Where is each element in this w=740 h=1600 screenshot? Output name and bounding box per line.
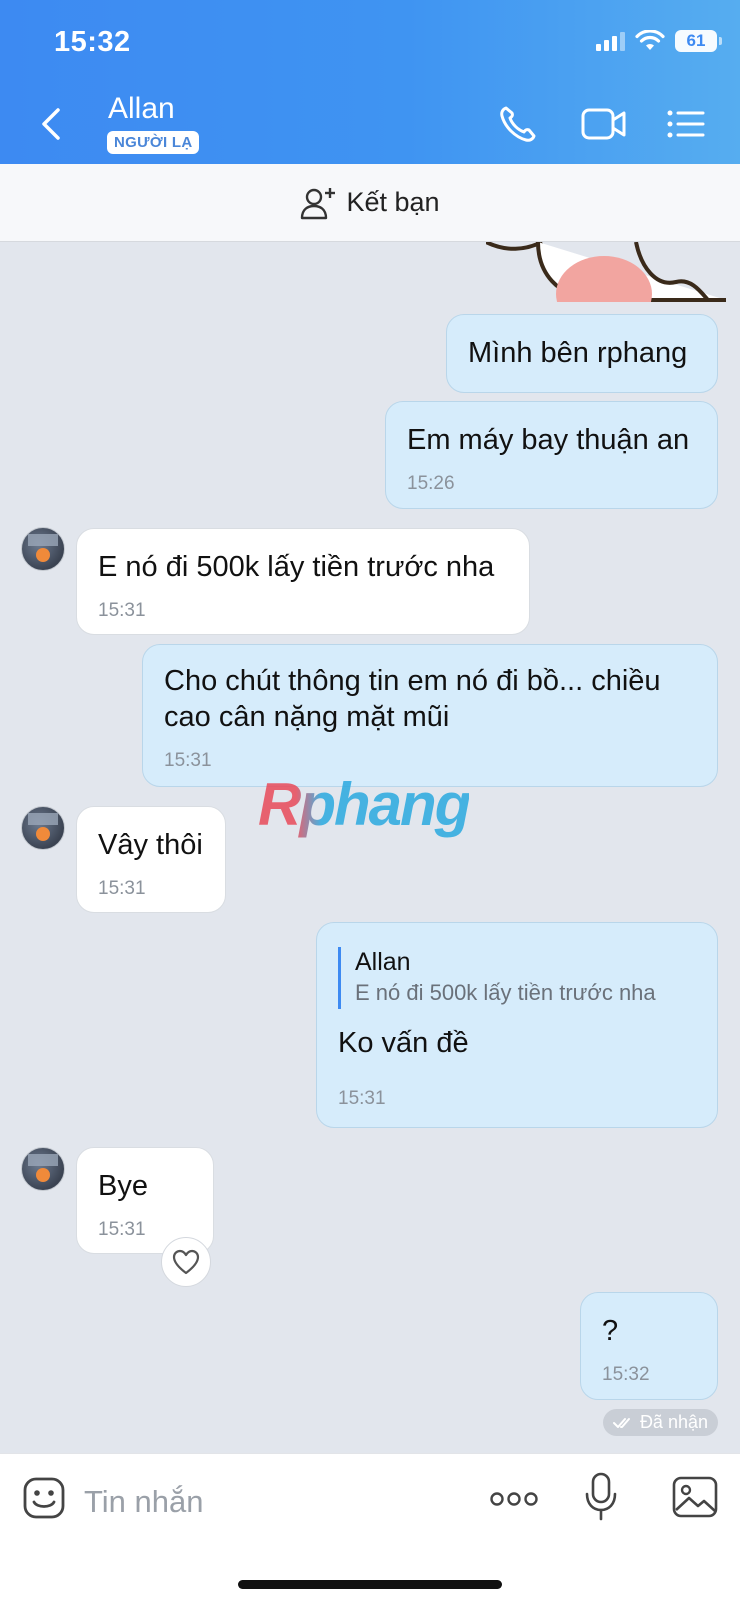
message-bubble-outgoing[interactable]: Em máy bay thuận an 15:26 [385, 401, 718, 509]
message-text: Vây thôi [98, 829, 203, 861]
message-bubble-outgoing-reply[interactable]: Allan E nó đi 500k lấy tiền trước nha Ko… [316, 922, 718, 1128]
message-text: E nó đi 500k lấy tiền trước nha [98, 551, 495, 583]
message-text: Bye [98, 1170, 148, 1202]
stranger-badge: NGƯỜI LẠ [107, 131, 200, 154]
wifi-icon [635, 30, 665, 50]
battery-icon: 61 [675, 30, 717, 52]
message-bubble-outgoing[interactable]: ? 15:32 [580, 1292, 718, 1400]
contact-name[interactable]: Allan [108, 92, 175, 126]
home-indicator [238, 1580, 502, 1589]
battery-level: 61 [686, 31, 706, 50]
emoji-sticker-icon[interactable] [22, 1476, 66, 1520]
message-bubble-incoming[interactable]: Vây thôi 15:31 [76, 806, 226, 913]
cellular-signal-icon [596, 31, 625, 51]
battery-cap [719, 37, 722, 45]
quoted-text: E nó đi 500k lấy tiền trước nha [355, 980, 656, 1005]
delivery-status-badge: Đã nhận [602, 1409, 718, 1436]
contact-avatar[interactable] [21, 1147, 65, 1191]
delivery-status-label: Đã nhận [639, 1412, 708, 1432]
more-options-icon[interactable] [490, 1490, 538, 1508]
message-text: ? [602, 1315, 619, 1347]
contact-avatar[interactable] [21, 527, 65, 571]
message-time: 15:31 [98, 878, 146, 899]
menu-list-icon[interactable] [666, 108, 706, 140]
react-heart-button[interactable] [161, 1237, 211, 1287]
message-time: 15:26 [407, 473, 455, 494]
watermark-logo: Rphang [258, 771, 471, 838]
add-user-icon [301, 187, 336, 219]
message-time: 15:31 [338, 1088, 386, 1109]
message-composer [0, 1453, 740, 1600]
message-bubble-outgoing[interactable]: Cho chút thông tin em nó đi bồ... chiều … [142, 644, 718, 787]
phone-call-icon[interactable] [496, 102, 540, 146]
message-text: Cho chút thông tin em nó đi bồ... chiều … [164, 665, 661, 733]
contact-avatar[interactable] [21, 806, 65, 850]
message-text: Ko vấn đề [338, 1027, 469, 1059]
message-time: 15:32 [602, 1364, 650, 1385]
microphone-icon[interactable] [584, 1472, 618, 1522]
image-gallery-icon[interactable] [672, 1476, 718, 1518]
status-icons: 61 [596, 30, 722, 52]
message-bubble-incoming[interactable]: E nó đi 500k lấy tiền trước nha 15:31 [76, 528, 530, 635]
add-friend-button[interactable]: Kết bạn [0, 164, 740, 242]
message-input[interactable] [84, 1474, 454, 1530]
message-time: 15:31 [98, 600, 146, 621]
message-text: Em máy bay thuận an [407, 424, 690, 456]
video-call-icon[interactable] [580, 104, 628, 144]
quoted-sender: Allan [355, 948, 411, 976]
heart-icon [172, 1249, 200, 1275]
double-check-icon [612, 1417, 630, 1428]
message-bubble-outgoing[interactable]: Mình bên rphang [446, 314, 718, 393]
add-friend-label: Kết bạn [346, 187, 440, 217]
back-arrow-icon[interactable] [34, 104, 70, 144]
message-text: Mình bên rphang [468, 337, 688, 369]
status-time: 15:32 [54, 26, 131, 58]
sticker-image[interactable] [486, 242, 726, 302]
quoted-message[interactable]: Allan E nó đi 500k lấy tiền trước nha [338, 947, 696, 1009]
chat-header: 15:32 61 Allan NGƯỜI LẠ [0, 0, 740, 164]
